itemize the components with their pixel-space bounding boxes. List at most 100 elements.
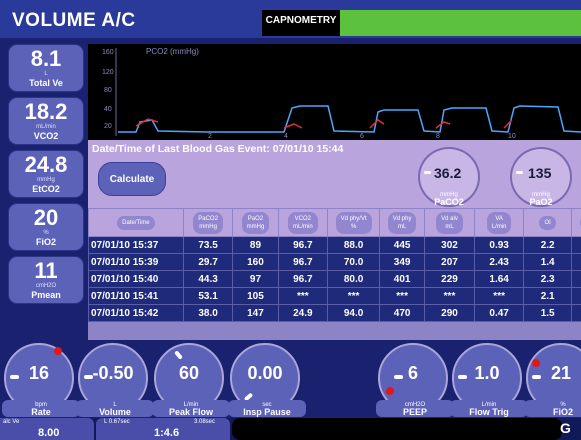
table-cell: 2.1 (523, 287, 572, 305)
table-cell: 94.0 (327, 304, 381, 322)
column-header: Vd alv mL (424, 208, 475, 237)
table-cell: 445 (379, 236, 426, 254)
table-cell: 470 (379, 304, 426, 322)
table-cell: 229 (424, 270, 475, 288)
table-cell: 24.9 (277, 304, 329, 322)
alarm-marker (54, 347, 62, 355)
table-cell: 29.7 (182, 253, 234, 271)
y-tick: 20 (104, 123, 112, 130)
table-cell: 2.2 (523, 236, 572, 254)
tab-capnometry[interactable]: CAPNOMETRY (262, 10, 340, 36)
table-cell: 48 (570, 270, 581, 288)
fio2-dial[interactable]: 21 % FiO2 (524, 343, 581, 417)
volume-dial[interactable]: -0.50 L Volume (76, 343, 154, 417)
table-row[interactable]: 07/01/10 15:42 38.0 147 24.9 94.0 470 290 0.47 1… (88, 304, 581, 322)
waveform-svg: 160 120 80 40 20 PCO2 (mmHg) 2 4 6 8 10 (102, 47, 581, 140)
blood-gas-table: Date/Time PaCO2 mmHg PaO2 mmHg VCO2 mL/min Vd p… (88, 208, 581, 341)
table-cell: *** (379, 287, 426, 305)
alarm-marker (386, 387, 394, 395)
pco2-waveform: 160 120 80 40 20 PCO2 (mmHg) 2 4 6 8 10 (88, 44, 581, 140)
ventilation-mode: VOLUME A/C (12, 10, 136, 31)
table-cell: 97 (232, 270, 279, 288)
monitored-values-panel: 8.1 L Total Ve 18.2 mL/min VCO2 24.8 mmHg EtCO… (8, 44, 86, 309)
table-cell: 1.64 (473, 270, 525, 288)
tile-total-ve[interactable]: 8.1 L Total Ve (8, 44, 84, 92)
table-cell: 73.5 (182, 236, 234, 254)
table-cell: 07/01/10 15:40 (88, 270, 184, 288)
paco2-knob[interactable]: 36.2 mmHg PaCO2 (418, 147, 480, 207)
table-cell: 53.1 (182, 287, 234, 305)
tile-vco2[interactable]: 18.2 mL/min VCO2 (8, 97, 84, 145)
table-row[interactable]: 07/01/10 15:4153.1105***************2.15… (88, 287, 581, 305)
table-cell: 44 (570, 236, 581, 254)
tile-pmean[interactable]: 11 cmH2O Pmean (8, 256, 84, 304)
y-tick: 160 (102, 49, 114, 56)
status-indicator (340, 10, 581, 36)
x-tick: 2 (208, 133, 212, 140)
table-cell: 07/01/10 15:42 (88, 304, 184, 322)
table-cell: 07/01/10 15:39 (88, 253, 184, 271)
column-header: VA L/min (473, 208, 525, 237)
table-cell: 44.3 (182, 270, 234, 288)
table-cell: 96.7 (277, 236, 329, 254)
table-row[interactable]: 07/01/10 15:39 29.7 160 96.7 70.0 349 207 2.43 1… (88, 253, 581, 271)
table-cell: 1.5 (523, 304, 572, 322)
knob-pointer (516, 171, 523, 174)
table-cell: 349 (379, 253, 426, 271)
rate-dial[interactable]: 16 bpm Rate (2, 343, 80, 417)
message-area (232, 418, 562, 440)
table-cell: 07/01/10 15:37 (88, 236, 184, 254)
insp-pause-dial[interactable]: 0.00 sec Insp Pause (228, 343, 306, 417)
peak-flow-dial[interactable]: 60 L/min Peak Flow (152, 343, 230, 417)
x-tick: 6 (360, 133, 364, 140)
table-header-row: Date/Time PaCO2 mmHg PaO2 mmHg VCO2 mL/min Vd p… (88, 208, 581, 237)
table-cell: 147 (232, 304, 279, 322)
column-header: Vd phy/Vt% (327, 208, 381, 237)
table-cell: 401 (379, 270, 426, 288)
x-tick: 4 (284, 133, 288, 140)
column-header: Date/Time (88, 208, 184, 237)
calculate-button[interactable]: Calculate (98, 162, 166, 196)
table-cell: 73 (570, 304, 581, 322)
pao2-knob[interactable]: 135 mmHg PaO2 (510, 147, 572, 207)
column-header: VCO2 mL/min (277, 208, 329, 237)
calc-ve-box: alc Ve 8.00 (0, 418, 94, 440)
table-cell: 07/01/10 15:41 (88, 287, 184, 305)
co2-trace (118, 105, 581, 133)
blood-gas-panel: Date/Time of Last Blood Gas Event: 07/01… (88, 140, 581, 208)
tile-etco2[interactable]: 24.8 mmHg EtCO2 (8, 150, 84, 198)
table-cell: 0.47 (473, 304, 525, 322)
table-cell: 207 (424, 253, 475, 271)
column-header: PaO2 mmHg (232, 208, 279, 237)
table-cell: 105 (232, 287, 279, 305)
tile-fio2[interactable]: 20% FiO2 (8, 203, 84, 251)
inspiration-trace (135, 118, 513, 129)
table-cell: 88.0 (327, 236, 381, 254)
ie-ratio-box: L 0.67sec 3.08sec 1:4.6 (96, 418, 230, 440)
x-tick: 10 (508, 133, 516, 140)
table-cell: 0.93 (473, 236, 525, 254)
table-row[interactable]: 07/01/10 15:40 44.3 97 96.7 80.0 401 229 1.64 2.… (88, 270, 581, 288)
column-header: OI (523, 208, 572, 237)
table-row[interactable]: 07/01/10 15:37 73.5 89 96.7 88.0 445 302 0.93 2.… (88, 236, 581, 254)
table-cell: 2.43 (473, 253, 525, 271)
table-cell: 52 (570, 287, 581, 305)
table-cell: 38.0 (182, 304, 234, 322)
table-cell: 1.4 (523, 253, 572, 271)
x-tick: 8 (436, 133, 440, 140)
table-cell: 89 (232, 236, 279, 254)
y-tick: 40 (104, 106, 112, 113)
table-cell: *** (424, 287, 475, 305)
y-tick: 80 (104, 87, 112, 94)
blood-gas-title: Date/Time of Last Blood Gas Event: 07/01… (92, 143, 344, 155)
peep-dial[interactable]: 6 cmH2O PEEP (376, 343, 454, 417)
table-cell: 302 (424, 236, 475, 254)
table-cell: *** (473, 287, 525, 305)
table-cell: 70.0 (327, 253, 381, 271)
flow-trig-dial[interactable]: 1.0 L/min Flow Trig (450, 343, 528, 417)
header-bar: VOLUME A/C CAPNOMETRY (0, 0, 581, 38)
table-cell: 290 (424, 304, 475, 322)
table-cell: 2.3 (523, 270, 572, 288)
waveform-title: PCO2 (mmHg) (146, 47, 199, 56)
dial-pointer (174, 350, 183, 360)
